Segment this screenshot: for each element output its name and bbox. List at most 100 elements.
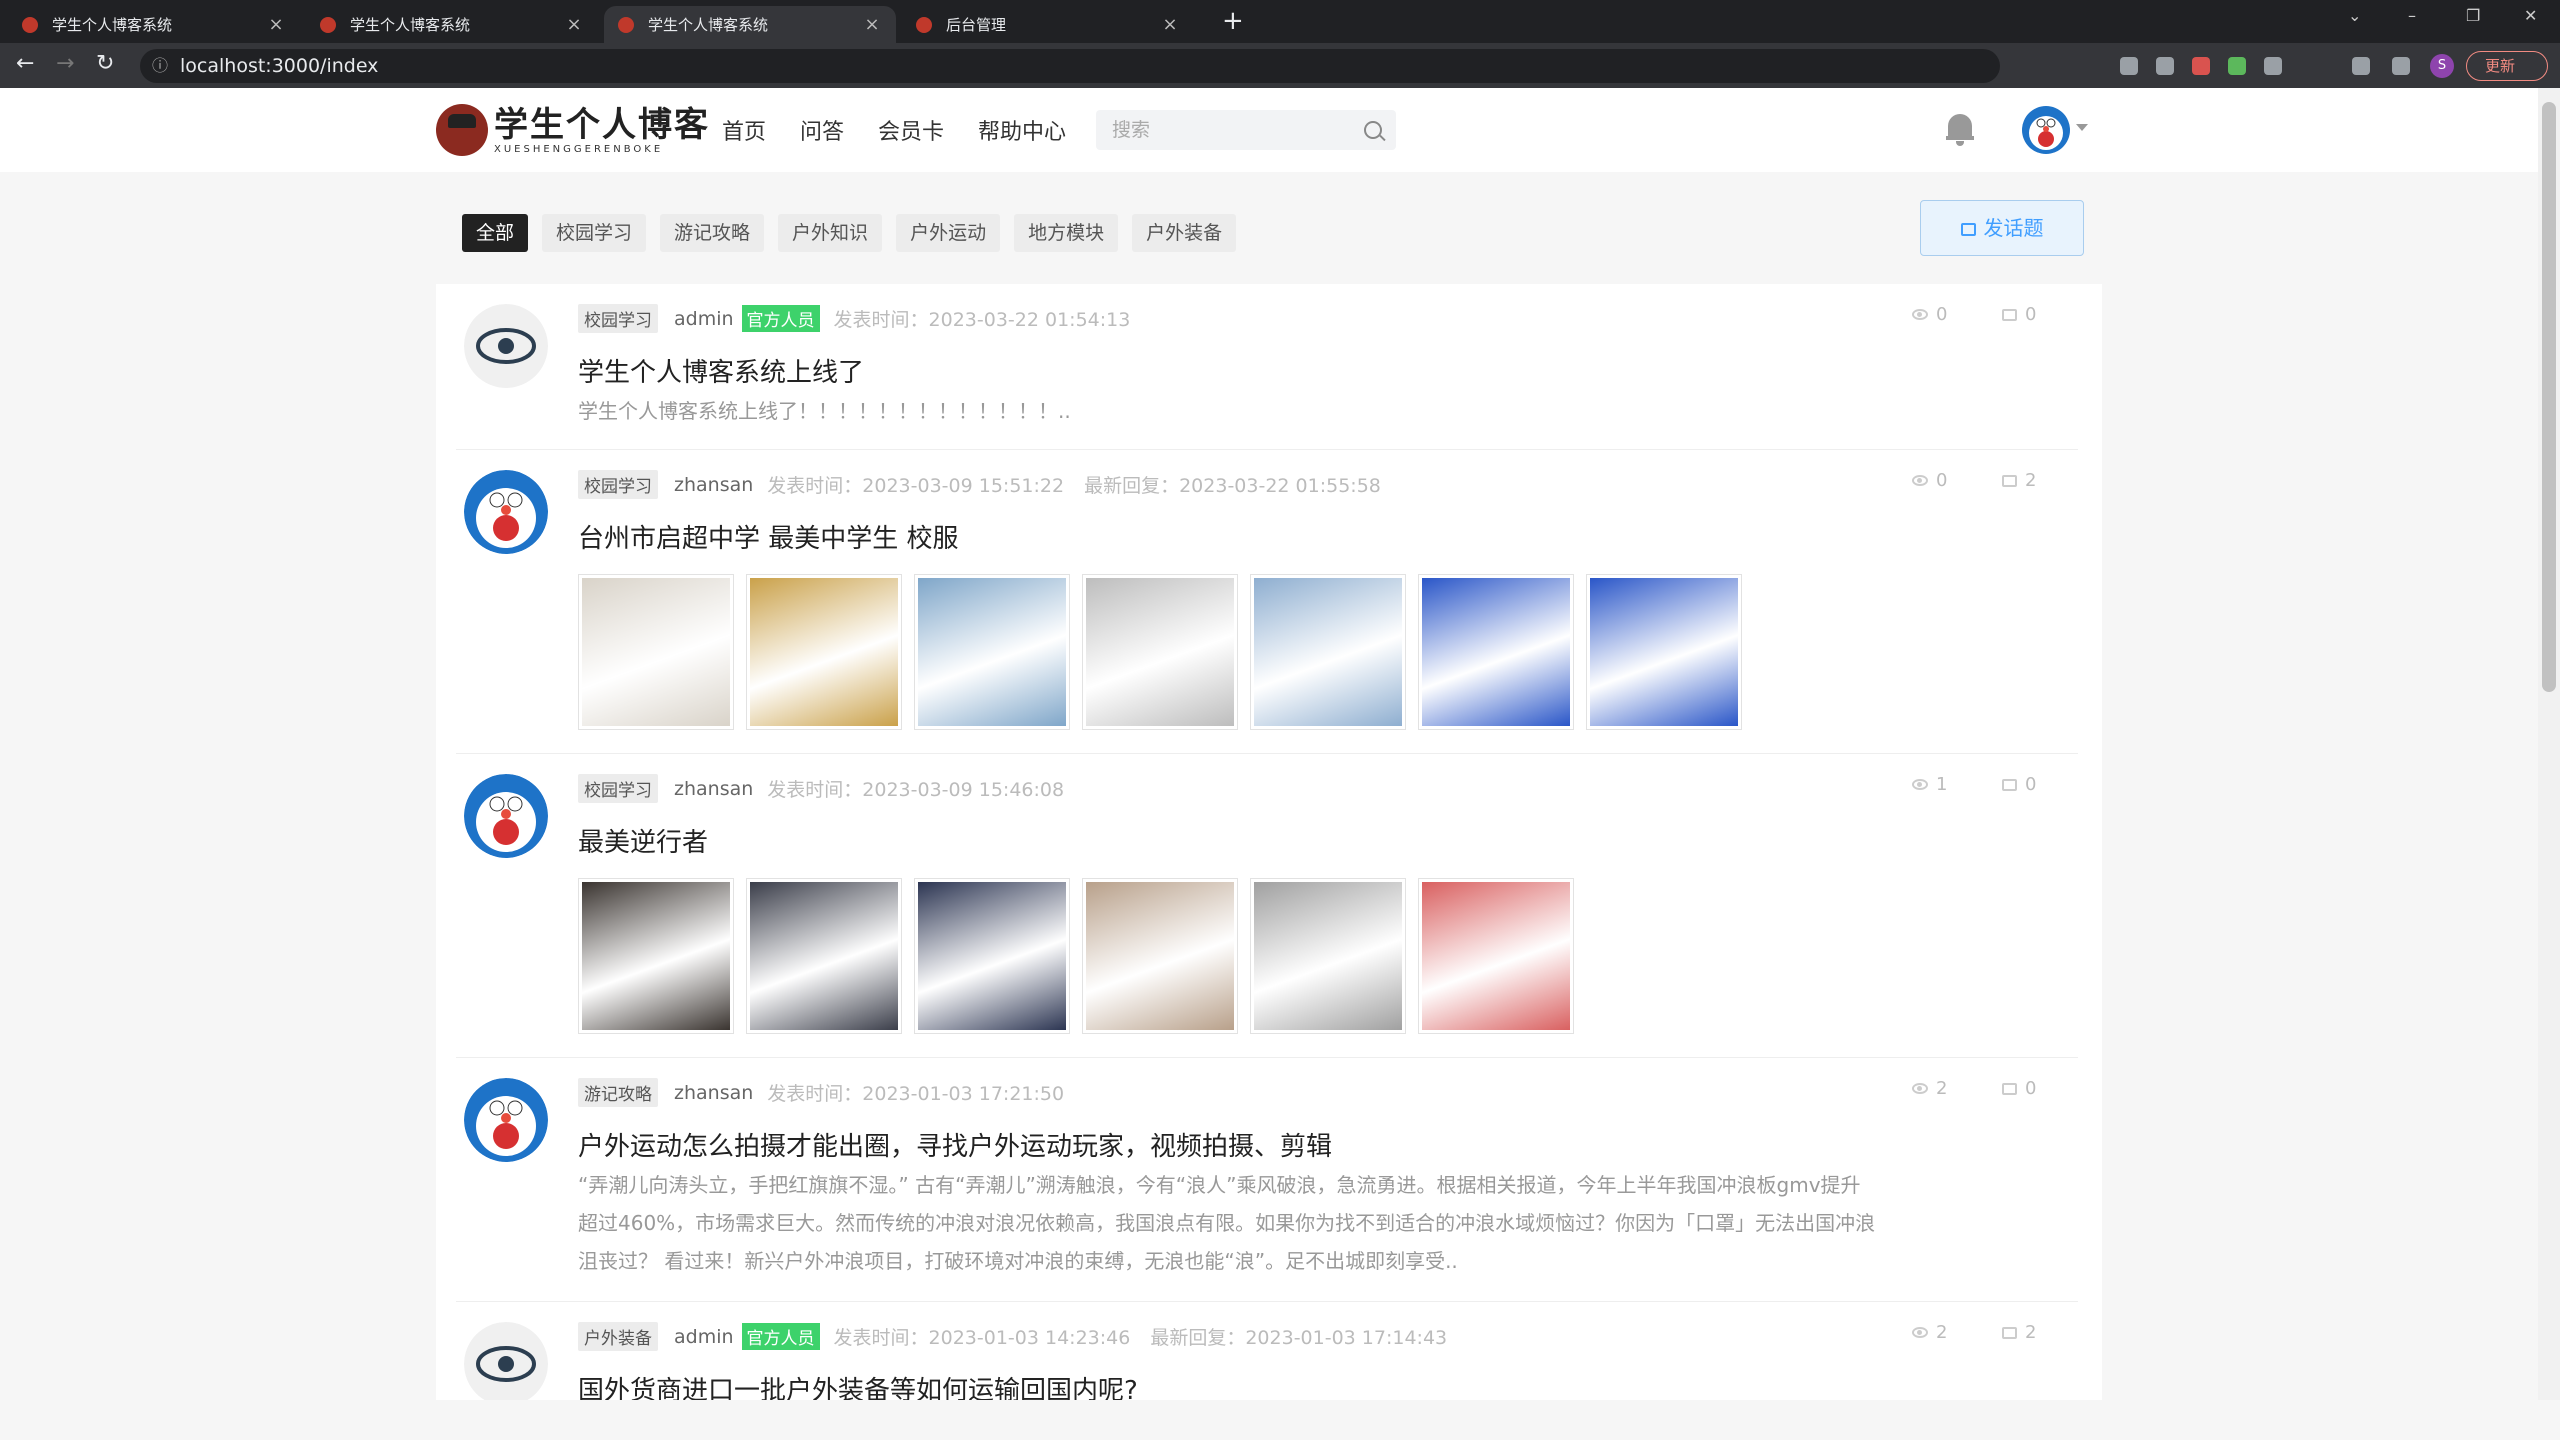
post-image-thumbnail[interactable]	[578, 878, 734, 1034]
category-travel[interactable]: 游记攻略	[660, 214, 765, 252]
avatar[interactable]	[464, 470, 548, 554]
post-author[interactable]: zhansan	[674, 474, 753, 496]
post-image-thumbnail[interactable]	[1250, 574, 1406, 730]
post-title[interactable]: 学生个人博客系统上线了	[578, 352, 864, 389]
post-category-tag[interactable]: 户外装备	[578, 1322, 658, 1351]
browser-tab[interactable]: 学生个人博客系统 ×	[8, 6, 300, 43]
browser-tab[interactable]: 学生个人博客系统 ×	[306, 6, 598, 43]
post-item[interactable]: 校园学习 zhansan 发表时间：2023-03-09 15:46:08 1 …	[456, 754, 2078, 1058]
new-topic-button[interactable]: 发话题	[1920, 200, 2084, 256]
official-badge: 官方人员	[741, 305, 820, 332]
nav-membership[interactable]: 会员卡	[878, 114, 944, 146]
post-image-thumbnail[interactable]	[1082, 574, 1238, 730]
search-icon[interactable]	[1364, 121, 1382, 139]
new-tab-button[interactable]: +	[1222, 6, 1244, 36]
post-image-thumbnail[interactable]	[914, 574, 1070, 730]
category-local[interactable]: 地方模块	[1014, 214, 1119, 252]
restore-icon[interactable]: ❐	[2466, 6, 2480, 25]
avatar[interactable]	[464, 304, 548, 388]
browser-tab[interactable]: 后台管理 ×	[902, 6, 1194, 43]
category-gear[interactable]: 户外装备	[1132, 214, 1237, 252]
update-button[interactable]: 更新	[2466, 51, 2548, 81]
post-category-tag[interactable]: 游记攻略	[578, 1078, 658, 1107]
extension-icon[interactable]	[2156, 57, 2174, 75]
close-icon[interactable]: ×	[266, 14, 286, 35]
user-avatar[interactable]	[2022, 106, 2070, 154]
post-author[interactable]: zhansan	[674, 1082, 753, 1104]
post-title[interactable]: 最美逆行者	[578, 822, 708, 859]
post-image-thumbnail[interactable]	[746, 878, 902, 1034]
post-item[interactable]: 户外装备 admin 官方人员 发表时间：2023-01-03 14:23:46…	[456, 1302, 2078, 1400]
minimize-icon[interactable]: –	[2408, 6, 2416, 25]
nav-help[interactable]: 帮助中心	[978, 114, 1066, 146]
post-stats: 2 0	[1912, 1078, 2092, 1099]
post-image-thumbnail[interactable]	[1250, 878, 1406, 1034]
bell-icon[interactable]	[1946, 112, 1974, 146]
browser-toolbar: ← → ↻ ⓘ localhost:3000/index S 更新	[0, 43, 2560, 88]
category-outdoor-sports[interactable]: 户外运动	[896, 214, 1001, 252]
post-category-tag[interactable]: 校园学习	[578, 774, 658, 803]
extension-icon[interactable]	[2228, 57, 2246, 75]
post-image-thumbnail[interactable]	[1082, 878, 1238, 1034]
avatar[interactable]	[464, 1078, 548, 1162]
post-title[interactable]: 台州市启超中学 最美中学生 校服	[578, 518, 959, 555]
view-count: 2	[1936, 1078, 1948, 1099]
reload-icon[interactable]: ↻	[96, 51, 114, 76]
post-author[interactable]: zhansan	[674, 778, 753, 800]
post-meta: 校园学习 zhansan 发表时间：2023-03-09 15:51:22 最新…	[578, 470, 1401, 499]
post-item[interactable]: 校园学习 zhansan 发表时间：2023-03-09 15:51:22 最新…	[456, 450, 2078, 754]
comment-count: 0	[2025, 774, 2037, 795]
search-input[interactable]	[1096, 110, 1336, 150]
post-image-thumbnail[interactable]	[746, 574, 902, 730]
post-image-thumbnail[interactable]	[578, 574, 734, 730]
tab-search-icon[interactable]: ⌄	[2348, 6, 2361, 25]
eye-icon	[1912, 309, 1928, 320]
browser-tab-active[interactable]: 学生个人博客系统 ×	[604, 6, 896, 43]
close-icon[interactable]: ×	[862, 14, 882, 35]
extension-icon[interactable]	[2120, 57, 2138, 75]
close-icon[interactable]: ×	[564, 14, 584, 35]
category-campus[interactable]: 校园学习	[542, 214, 647, 252]
post-item[interactable]: 校园学习 admin 官方人员 发表时间：2023-03-22 01:54:13…	[456, 284, 2078, 450]
post-category-tag[interactable]: 校园学习	[578, 304, 658, 333]
post-image-thumbnail[interactable]	[1586, 574, 1742, 730]
avatar[interactable]	[464, 1322, 548, 1400]
category-all[interactable]: 全部	[462, 214, 529, 252]
chevron-down-icon[interactable]	[2076, 124, 2088, 131]
site-info-icon[interactable]: ⓘ	[152, 49, 168, 83]
post-image-thumbnail[interactable]	[1418, 878, 1574, 1034]
close-icon[interactable]: ×	[1160, 14, 1180, 35]
post-meta: 校园学习 admin 官方人员 发表时间：2023-03-22 01:54:13	[578, 304, 1150, 333]
page-scrollbar[interactable]	[2538, 88, 2560, 1400]
post-image-thumbnail[interactable]	[914, 878, 1070, 1034]
site-header: 学生个人博客 XUESHENGGERENBOKE 首页 问答 会员卡 帮助中心	[0, 88, 2538, 172]
category-outdoor-knowledge[interactable]: 户外知识	[778, 214, 883, 252]
nav-home[interactable]: 首页	[722, 114, 766, 146]
post-author[interactable]: admin	[674, 308, 734, 330]
post-item[interactable]: 游记攻略 zhansan 发表时间：2023-01-03 17:21:50 2 …	[456, 1058, 2078, 1302]
back-icon[interactable]: ←	[16, 51, 34, 76]
post-author[interactable]: admin	[674, 1326, 734, 1348]
post-title[interactable]: 国外货商进口一批户外装备等如何运输回国内呢?	[578, 1370, 1138, 1400]
puzzle-icon[interactable]	[2264, 57, 2282, 75]
extension-icon[interactable]	[2192, 57, 2210, 75]
site-logo[interactable]: 学生个人博客 XUESHENGGERENBOKE	[436, 104, 710, 156]
post-image-thumbnail[interactable]	[1418, 574, 1574, 730]
scrollbar-thumb[interactable]	[2542, 102, 2556, 692]
nav-qa[interactable]: 问答	[800, 114, 844, 146]
comment-icon	[2002, 1082, 2017, 1095]
side-panel-icon[interactable]	[2392, 57, 2410, 75]
post-category-tag[interactable]: 校园学习	[578, 470, 658, 499]
address-bar[interactable]: ⓘ localhost:3000/index	[140, 49, 2000, 83]
avatar[interactable]	[464, 774, 548, 858]
main-nav: 首页 问答 会员卡 帮助中心	[722, 114, 1100, 146]
profile-avatar[interactable]: S	[2430, 54, 2454, 78]
post-title[interactable]: 户外运动怎么拍摄才能出圈，寻找户外运动玩家，视频拍摄、剪辑	[578, 1126, 1332, 1163]
forward-icon[interactable]: →	[56, 51, 74, 76]
post-images	[578, 574, 1754, 730]
window-close-icon[interactable]: ✕	[2524, 6, 2537, 25]
comment-icon	[2002, 308, 2017, 321]
comment-icon	[2002, 778, 2017, 791]
eye-icon	[1912, 1327, 1928, 1338]
media-icon[interactable]	[2352, 57, 2370, 75]
